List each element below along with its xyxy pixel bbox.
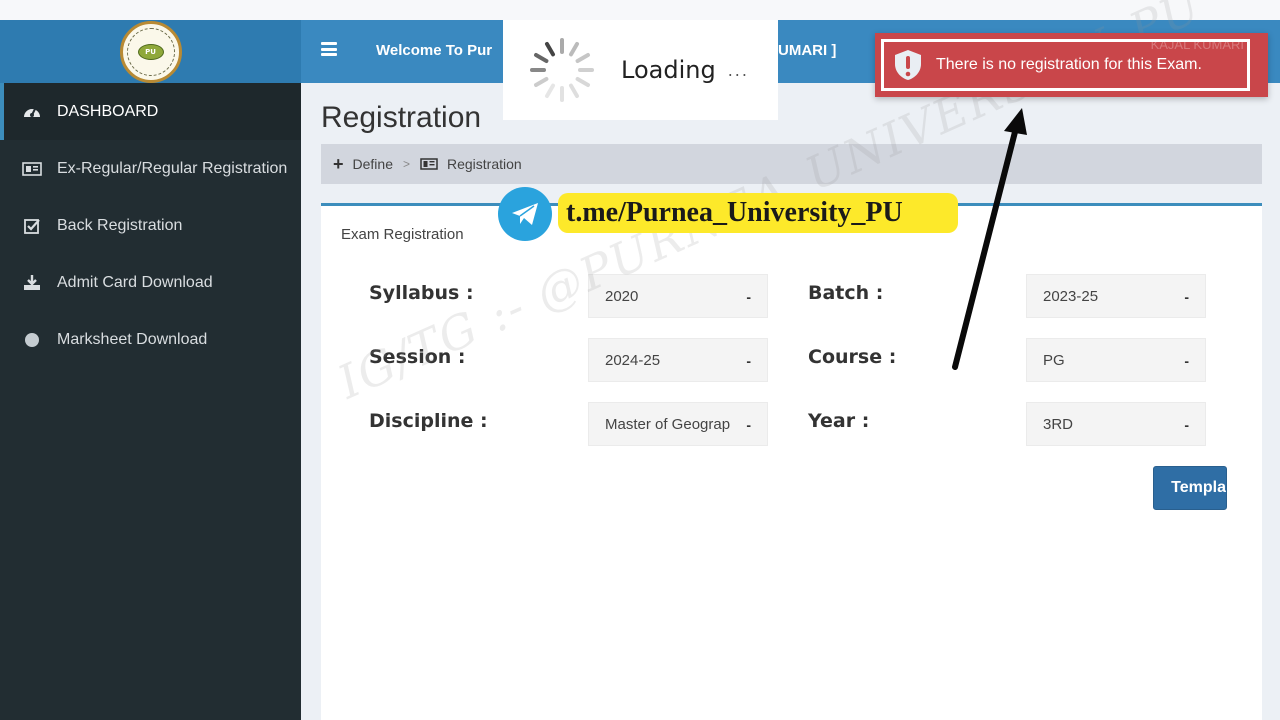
spinner-bar <box>533 76 550 88</box>
spinner-bar <box>533 52 550 64</box>
syllabus-label: Syllabus : <box>369 282 474 304</box>
loading-dots: ... <box>727 60 749 80</box>
chevron-down-icon: - <box>1184 289 1189 305</box>
main-content: Registration + Define > Registration Exa… <box>301 83 1280 720</box>
alert-message: There is no registration for this Exam. <box>936 56 1202 73</box>
spinner-bar <box>578 68 594 72</box>
sidebar-item-dashboard[interactable]: DASHBOARD <box>0 83 301 140</box>
session-label: Session : <box>369 346 466 368</box>
loading-text: Loading <box>621 56 716 84</box>
sidebar-item-back-registration[interactable]: Back Registration <box>0 197 301 254</box>
error-alert[interactable]: KAJAL KUMARI There is no registration fo… <box>875 33 1268 97</box>
breadcrumb-registration[interactable]: Registration <box>447 156 522 172</box>
spinner-bar <box>574 52 591 64</box>
spinner-bar <box>574 76 591 88</box>
spinner-bar <box>560 86 564 102</box>
box-title: Exam Registration <box>341 226 464 243</box>
user-name-text: UMARI ] <box>778 42 837 59</box>
chevron-down-icon: - <box>746 353 751 369</box>
exam-registration-box: Exam Registration Syllabus : 2020 - Sess… <box>321 203 1262 720</box>
session-select[interactable]: 2024-25 - <box>588 338 768 382</box>
loading-overlay: Loading ... <box>503 20 778 120</box>
sidebar-item-label: Admit Card Download <box>57 273 213 291</box>
course-select[interactable]: PG - <box>1026 338 1206 382</box>
spinner-bar <box>568 41 580 58</box>
spinner-bar <box>544 82 556 99</box>
breadcrumb: + Define > Registration <box>321 144 1262 184</box>
sidebar-item-label: Back Registration <box>57 216 183 234</box>
hamburger-icon[interactable] <box>321 42 337 56</box>
plus-icon: + <box>333 153 344 174</box>
logo-ring <box>126 27 175 76</box>
year-select[interactable]: 3RD - <box>1026 402 1206 446</box>
session-value: 2024-25 <box>605 351 661 369</box>
chevron-down-icon: - <box>1184 353 1189 369</box>
discipline-label: Discipline : <box>369 410 488 432</box>
spinner-bar <box>530 68 546 72</box>
batch-value: 2023-25 <box>1043 287 1099 305</box>
loading-spinner-icon <box>527 35 597 105</box>
id-card-icon <box>420 158 438 170</box>
spinner-bar <box>560 38 564 54</box>
logo-area: PU <box>0 20 301 83</box>
sidebar-item-label: Ex-Regular/Regular Registration <box>57 159 288 177</box>
chevron-down-icon: - <box>746 417 751 433</box>
batch-select[interactable]: 2023-25 - <box>1026 274 1206 318</box>
download-icon <box>22 274 42 292</box>
sidebar-item-marksheet-download[interactable]: Marksheet Download <box>0 311 301 368</box>
chevron-down-icon: - <box>1184 417 1189 433</box>
discipline-value: Master of Geograp <box>605 415 731 433</box>
sidebar-item-label: Marksheet Download <box>57 330 208 348</box>
check-square-icon <box>22 217 42 235</box>
dashboard-gauge-icon <box>22 103 42 121</box>
year-label: Year : <box>808 410 870 432</box>
breadcrumb-separator: > <box>402 157 410 171</box>
alert-frame: There is no registration for this Exam. <box>881 39 1250 91</box>
template-button[interactable]: Templa <box>1153 466 1227 510</box>
discipline-select[interactable]: Master of Geograp - <box>588 402 768 446</box>
syllabus-select[interactable]: 2020 - <box>588 274 768 318</box>
sidebar: DASHBOARD Ex-Regular/Regular Registratio… <box>0 83 301 720</box>
chevron-down-icon: - <box>746 289 751 305</box>
sidebar-item-admit-card-download[interactable]: Admit Card Download <box>0 254 301 311</box>
batch-label: Batch : <box>808 282 884 304</box>
shield-exclamation-icon <box>894 49 922 81</box>
spinner-bar <box>544 41 556 58</box>
top-strip <box>0 0 1280 20</box>
welcome-text: Welcome To Pur <box>376 42 493 59</box>
breadcrumb-define[interactable]: Define <box>353 156 393 172</box>
syllabus-value: 2020 <box>605 287 639 305</box>
telegram-link[interactable]: t.me/Purnea_University_PU <box>558 193 958 233</box>
circle-icon <box>22 331 42 349</box>
id-card-icon <box>22 160 42 178</box>
sidebar-item-ex-regular-registration[interactable]: Ex-Regular/Regular Registration <box>0 140 301 197</box>
telegram-icon <box>498 187 552 241</box>
page-title: Registration <box>321 101 482 134</box>
spinner-bar <box>568 82 580 99</box>
year-value: 3RD <box>1043 415 1074 433</box>
sidebar-item-label: DASHBOARD <box>57 102 159 120</box>
course-value: PG <box>1043 351 1065 369</box>
university-logo[interactable]: PU <box>119 20 182 83</box>
course-label: Course : <box>808 346 897 368</box>
